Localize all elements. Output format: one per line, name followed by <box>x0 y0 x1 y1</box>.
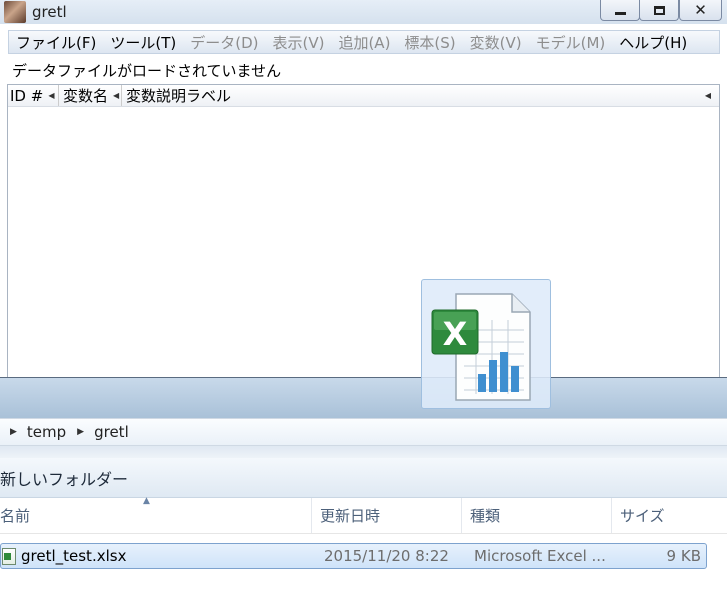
column-header-type[interactable]: 種類 <box>462 498 612 533</box>
command-bar: 新しいフォルダー <box>0 458 727 498</box>
breadcrumb-arrow-icon[interactable]: ▶ <box>77 427 84 437</box>
column-header-size[interactable]: サイズ <box>612 498 727 533</box>
explorer-titlebar <box>0 378 727 418</box>
menu-variable[interactable]: 変数(V) <box>470 32 522 53</box>
column-header-description-label: 変数説明ラベル <box>126 87 232 105</box>
file-size: 9 KB <box>666 547 701 565</box>
column-header-name-label: 名前 <box>0 507 31 525</box>
column-header-varname-label: 変数名 <box>63 87 109 105</box>
menu-file[interactable]: ファイル(F) <box>16 32 96 53</box>
menu-add[interactable]: 追加(A) <box>338 32 390 53</box>
file-type: Microsoft Excel ... <box>474 547 606 565</box>
file-date: 2015/11/20 8:22 <box>324 547 449 565</box>
window-title: gretl <box>32 3 67 21</box>
maximize-button[interactable] <box>639 0 679 21</box>
menu-sample[interactable]: 標本(S) <box>404 32 455 53</box>
variable-list[interactable]: ID # ◀ 変数名 ◀ 変数説明ラベル ◀ <box>7 84 720 384</box>
explorer-window: ▶ temp ▶ gretl 新しいフォルダー ▲ 名前 更新日時 種類 サイズ… <box>0 377 727 589</box>
column-header-date[interactable]: 更新日時 <box>312 498 462 533</box>
sort-arrow-icon: ◀ <box>704 91 711 100</box>
menu-model[interactable]: モデル(M) <box>536 32 606 53</box>
gretl-app-icon <box>4 1 26 23</box>
sort-arrow-icon: ◀ <box>48 91 55 100</box>
file-name: gretl_test.xlsx <box>21 547 127 565</box>
breadcrumb-gretl[interactable]: gretl <box>94 423 129 441</box>
explorer-separator <box>0 446 727 458</box>
minimize-icon <box>614 11 626 15</box>
menu-bar: ファイル(F) ツール(T) データ(D) 表示(V) 追加(A) 標本(S) … <box>8 30 720 54</box>
gretl-titlebar: gretl ✕ <box>0 0 727 24</box>
menu-tools[interactable]: ツール(T) <box>110 32 176 53</box>
minimize-button[interactable] <box>600 0 640 21</box>
file-list-header: ▲ 名前 更新日時 種類 サイズ <box>0 496 727 534</box>
excel-file-icon <box>2 547 16 565</box>
close-button[interactable]: ✕ <box>679 0 722 21</box>
drag-ghost: X <box>421 279 551 409</box>
menu-help[interactable]: ヘルプ(H) <box>619 32 687 53</box>
new-folder-button[interactable]: 新しいフォルダー <box>0 466 128 490</box>
menu-data[interactable]: データ(D) <box>190 32 258 53</box>
breadcrumb-arrow-icon[interactable]: ▶ <box>10 427 17 437</box>
breadcrumb-temp[interactable]: temp <box>27 423 66 441</box>
column-header-description[interactable]: 変数説明ラベル ◀ <box>122 85 719 106</box>
svg-text:X: X <box>443 315 468 353</box>
column-header-varname[interactable]: 変数名 ◀ <box>59 85 122 106</box>
file-row[interactable]: gretl_test.xlsx 2015/11/20 8:22 Microsof… <box>0 543 707 569</box>
column-header-date-label: 更新日時 <box>320 507 381 525</box>
column-header-id-label: ID # <box>10 86 44 105</box>
excel-file-icon: X <box>431 293 531 401</box>
variable-list-header: ID # ◀ 変数名 ◀ 変数説明ラベル ◀ <box>8 85 719 107</box>
close-icon: ✕ <box>694 1 707 19</box>
menu-view[interactable]: 表示(V) <box>272 32 324 53</box>
address-bar[interactable]: ▶ temp ▶ gretl <box>0 418 727 446</box>
column-header-name[interactable]: ▲ 名前 <box>0 496 312 533</box>
column-header-size-label: サイズ <box>620 507 665 525</box>
column-header-id[interactable]: ID # ◀ <box>8 85 59 106</box>
sort-arrow-icon: ◀ <box>113 91 120 100</box>
status-message: データファイルがロードされていません <box>12 62 282 80</box>
column-header-type-label: 種類 <box>470 507 501 525</box>
sort-up-icon: ▲ <box>143 496 150 506</box>
maximize-icon <box>653 5 665 15</box>
